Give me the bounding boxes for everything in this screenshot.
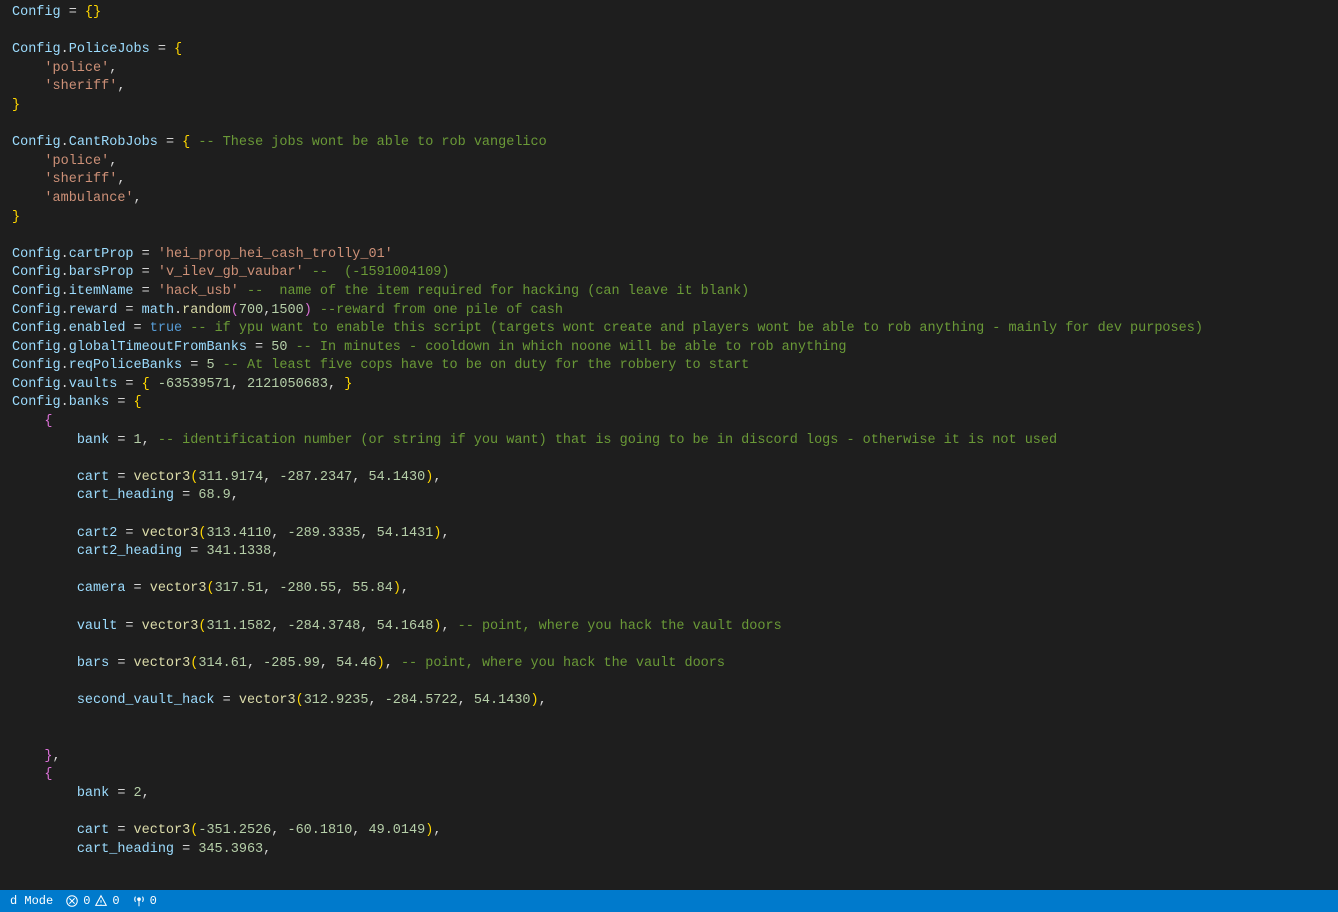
status-bar: d Mode 0 0 0: [0, 890, 1338, 912]
error-icon: [65, 894, 79, 908]
status-mode[interactable]: d Mode: [4, 892, 59, 911]
radio-tower-icon: [132, 894, 146, 908]
status-problems[interactable]: 0 0: [59, 892, 125, 911]
token-config: Config: [12, 5, 61, 20]
code-editor[interactable]: Config = {} Config.PoliceJobs = { 'polic…: [0, 0, 1338, 859]
warning-icon: [94, 894, 108, 908]
status-ports[interactable]: 0: [126, 892, 163, 911]
